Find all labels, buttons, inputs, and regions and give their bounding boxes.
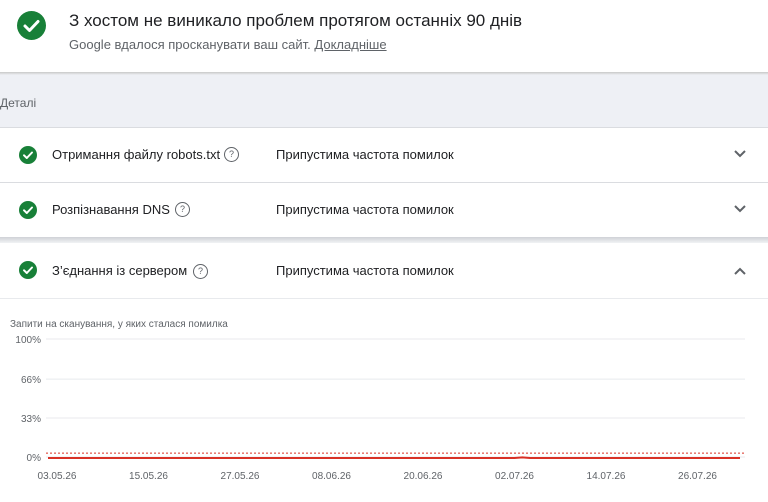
row-status: Припустима частота помилок — [276, 202, 454, 217]
x-tick-label: 20.06.26 — [404, 471, 443, 482]
help-icon[interactable]: ? — [193, 264, 208, 279]
row-name: Розпізнавання DNS — [52, 202, 170, 217]
y-tick-label: 33% — [21, 414, 41, 425]
row-robots-txt[interactable]: Отримання файлу robots.txt ? Припустима … — [0, 127, 768, 182]
row-server-connection[interactable]: З’єднання із сервером ? Припустима часто… — [0, 243, 768, 297]
series-line — [48, 456, 740, 459]
check-circle-icon — [17, 11, 46, 40]
check-circle-icon — [19, 261, 37, 279]
learn-more-link[interactable]: Докладніше — [314, 37, 386, 52]
x-tick-label: 27.05.26 — [221, 471, 260, 482]
details-label: Деталі — [0, 96, 37, 110]
check-circle-icon — [19, 146, 37, 164]
error-rate-chart: 100% 66% 33% 0% 03.05.26 15.05.26 27.05.26 08.… — [15, 335, 745, 482]
x-tick-label: 15.05.26 — [129, 471, 168, 482]
host-status-header: З хостом не виникало проблем протягом ос… — [0, 0, 768, 72]
header-subtitle: Google вдалося просканувати ваш сайт. До… — [69, 37, 387, 52]
help-icon[interactable]: ? — [224, 147, 239, 162]
subtitle-text: Google вдалося просканувати ваш сайт. — [69, 37, 311, 52]
row-status: Припустима частота помилок — [276, 263, 454, 278]
row-name: З’єднання із сервером — [52, 263, 188, 278]
y-tick-label: 100% — [15, 335, 41, 346]
details-section-bar — [0, 75, 768, 127]
x-tick-label: 14.07.26 — [587, 471, 626, 482]
row-name: Отримання файлу robots.txt — [52, 147, 221, 162]
chevron-down-icon[interactable] — [733, 149, 747, 159]
x-tick-label: 08.06.26 — [312, 471, 351, 482]
row-status: Припустима частота помилок — [276, 147, 454, 162]
check-circle-icon — [19, 201, 37, 219]
x-tick-label: 03.05.26 — [38, 471, 77, 482]
row-dns[interactable]: Розпізнавання DNS ? Припустима частота п… — [0, 182, 768, 237]
x-tick-label: 02.07.26 — [495, 471, 534, 482]
chevron-up-icon[interactable] — [733, 266, 747, 276]
y-tick-label: 0% — [27, 453, 42, 464]
page-title: З хостом не виникало проблем протягом ос… — [69, 11, 523, 30]
chevron-down-icon[interactable] — [733, 204, 747, 214]
y-tick-label: 66% — [21, 375, 41, 386]
help-icon[interactable]: ? — [175, 202, 190, 217]
chart-title: Запити на сканування, у яких сталася пом… — [10, 319, 228, 330]
x-tick-label: 26.07.26 — [678, 471, 717, 482]
